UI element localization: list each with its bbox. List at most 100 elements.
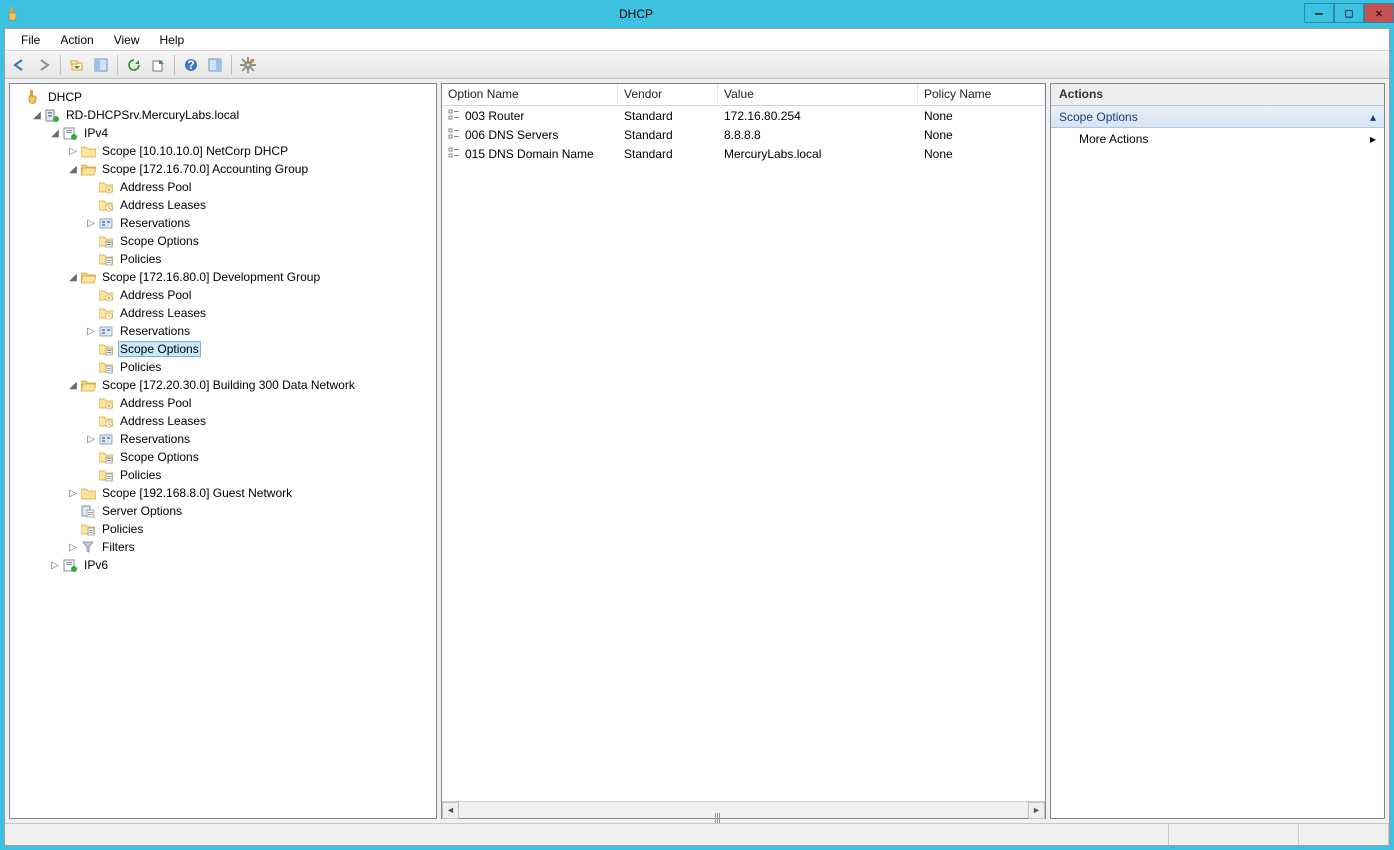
- tree-pane: DHCP◢RD-DHCPSrv.MercuryLabs.local◢IPv4▷S…: [9, 83, 437, 819]
- tree-label: Reservations: [118, 324, 192, 338]
- horizontal-scrollbar[interactable]: ◄ ►: [442, 801, 1045, 818]
- list-row[interactable]: 003 RouterStandard172.16.80.254None: [442, 106, 1045, 125]
- list-pane: Option Name Vendor Value Policy Name 003…: [441, 83, 1046, 819]
- expand-icon[interactable]: ▷: [66, 542, 80, 553]
- tree-label: Address Leases: [118, 414, 208, 428]
- tree-label: Scope [172.16.70.0] Accounting Group: [100, 162, 310, 176]
- tree-scope-0[interactable]: ▷ Scope [10.10.10.0] NetCorp DHCP: [12, 142, 434, 160]
- expand-icon[interactable]: ▷: [84, 434, 98, 445]
- tree-ipv4-server-options[interactable]: Server Options: [12, 502, 434, 520]
- tree-scope-1-scope-options[interactable]: Scope Options: [12, 232, 434, 250]
- tree-scope-2[interactable]: ◢ Scope [172.16.80.0] Development Group: [12, 268, 434, 286]
- tree-label: IPv4: [82, 126, 110, 140]
- collapse-icon[interactable]: ◢: [66, 164, 80, 175]
- col-option-name[interactable]: Option Name: [442, 84, 618, 105]
- option-icon: [448, 109, 462, 123]
- help-button[interactable]: ?: [180, 54, 202, 76]
- collapse-icon: ▴: [1370, 110, 1376, 124]
- collapse-icon[interactable]: ◢: [66, 380, 80, 391]
- list-header: Option Name Vendor Value Policy Name: [442, 84, 1045, 106]
- actions-more-actions[interactable]: More Actions ▸: [1051, 128, 1384, 150]
- expand-icon[interactable]: ▷: [66, 488, 80, 499]
- close-button[interactable]: ✕: [1364, 3, 1394, 23]
- tree-scope-4[interactable]: ▷Scope [192.168.8.0] Guest Network: [12, 484, 434, 502]
- tree-scope-3-address-leases[interactable]: Address Leases: [12, 412, 434, 430]
- tree-root-dhcp-icon: [26, 89, 42, 105]
- forward-button[interactable]: [33, 54, 55, 76]
- list-row[interactable]: 015 DNS Domain NameStandardMercuryLabs.l…: [442, 144, 1045, 163]
- collapse-icon[interactable]: ◢: [66, 272, 80, 283]
- tree-ipv4[interactable]: ◢ IPv4: [12, 124, 434, 142]
- collapse-icon[interactable]: ◢: [48, 128, 62, 139]
- tree-scope-1-policies[interactable]: Policies: [12, 250, 434, 268]
- cell-value: 172.16.80.254: [718, 108, 918, 124]
- window-title: DHCP: [0, 7, 1304, 21]
- tree-scope-1[interactable]: ◢ Scope [172.16.70.0] Accounting Group: [12, 160, 434, 178]
- tree-label: Scope [10.10.10.0] NetCorp DHCP: [100, 144, 290, 158]
- status-cell: [1169, 824, 1299, 845]
- status-cell: [5, 824, 1169, 845]
- expand-icon[interactable]: ▷: [84, 326, 98, 337]
- tree-scope-2-address-pool[interactable]: Address Pool: [12, 286, 434, 304]
- col-vendor[interactable]: Vendor: [618, 84, 718, 105]
- cell-policy: None: [918, 108, 1045, 124]
- menu-view[interactable]: View: [106, 31, 148, 49]
- expand-icon[interactable]: ▷: [66, 146, 80, 157]
- tree-label: Reservations: [118, 432, 192, 446]
- tree-scope-2-address-leases[interactable]: Address Leases: [12, 304, 434, 322]
- menu-action[interactable]: Action: [52, 31, 101, 49]
- tree-label: Scope Options: [118, 234, 201, 248]
- scroll-right-button[interactable]: ►: [1028, 802, 1045, 819]
- col-value[interactable]: Value: [718, 84, 918, 105]
- tree-root-dhcp[interactable]: DHCP: [12, 88, 434, 106]
- back-button[interactable]: [9, 54, 31, 76]
- tree-scope-3-address-pool-icon: [98, 395, 114, 411]
- tree-label: Filters: [100, 540, 137, 554]
- toolbar: ?: [5, 51, 1389, 79]
- collapse-icon[interactable]: ◢: [30, 110, 44, 121]
- tree-ipv4-policies[interactable]: Policies: [12, 520, 434, 538]
- tree-server[interactable]: ◢RD-DHCPSrv.MercuryLabs.local: [12, 106, 434, 124]
- tree-scope-2-reservations[interactable]: ▷ Reservations: [12, 322, 434, 340]
- tree-scope-1-address-leases[interactable]: Address Leases: [12, 196, 434, 214]
- tree-ipv6-icon: [62, 557, 78, 573]
- list-row[interactable]: 006 DNS ServersStandard8.8.8.8None: [442, 125, 1045, 144]
- tree-scope-2-address-pool-icon: [98, 287, 114, 303]
- configure-options-button[interactable]: [237, 54, 259, 76]
- tree-label: Scope [172.16.80.0] Development Group: [100, 270, 322, 284]
- show-hide-action-pane-button[interactable]: [204, 54, 226, 76]
- tree-scope-3-reservations-icon: [98, 431, 114, 447]
- tree-scope-3-scope-options[interactable]: Scope Options: [12, 448, 434, 466]
- minimize-button[interactable]: —: [1304, 3, 1334, 23]
- actions-pane: Actions Scope Options ▴ More Actions ▸: [1050, 83, 1385, 819]
- toolbar-separator: [231, 55, 232, 75]
- maximize-button[interactable]: □: [1334, 3, 1364, 23]
- tree-scope-3-policies[interactable]: Policies: [12, 466, 434, 484]
- tree-ipv4-filters[interactable]: ▷ Filters: [12, 538, 434, 556]
- cell-vendor: Standard: [618, 127, 718, 143]
- actions-more-label: More Actions: [1079, 132, 1148, 146]
- menu-help[interactable]: Help: [152, 31, 193, 49]
- tree-scope-3-reservations[interactable]: ▷ Reservations: [12, 430, 434, 448]
- tree-scope-2-scope-options[interactable]: Scope Options: [12, 340, 434, 358]
- expand-icon[interactable]: ▷: [84, 218, 98, 229]
- tree-scope-1-address-pool[interactable]: Address Pool: [12, 178, 434, 196]
- tree-scope-3[interactable]: ◢Scope [172.20.30.0] Building 300 Data N…: [12, 376, 434, 394]
- tree-scope-1-reservations[interactable]: ▷Reservations: [12, 214, 434, 232]
- statusbar: [5, 823, 1389, 845]
- col-policy-name[interactable]: Policy Name: [918, 84, 1045, 105]
- expand-icon[interactable]: ▷: [48, 560, 62, 571]
- tree-scope-1-address-pool-icon: [98, 179, 114, 195]
- cell-option: 003 Router: [465, 109, 524, 123]
- tree-scope-2-policies[interactable]: Policies: [12, 358, 434, 376]
- tree-scope-3-address-pool[interactable]: Address Pool: [12, 394, 434, 412]
- refresh-button[interactable]: [123, 54, 145, 76]
- export-button[interactable]: [147, 54, 169, 76]
- menu-file[interactable]: File: [13, 31, 48, 49]
- tree-ipv6[interactable]: ▷IPv6: [12, 556, 434, 574]
- up-button[interactable]: [66, 54, 88, 76]
- scroll-left-button[interactable]: ◄: [442, 802, 459, 819]
- actions-section-scope-options[interactable]: Scope Options ▴: [1051, 106, 1384, 128]
- show-hide-tree-button[interactable]: [90, 54, 112, 76]
- tree-scope-3-address-leases-icon: [98, 413, 114, 429]
